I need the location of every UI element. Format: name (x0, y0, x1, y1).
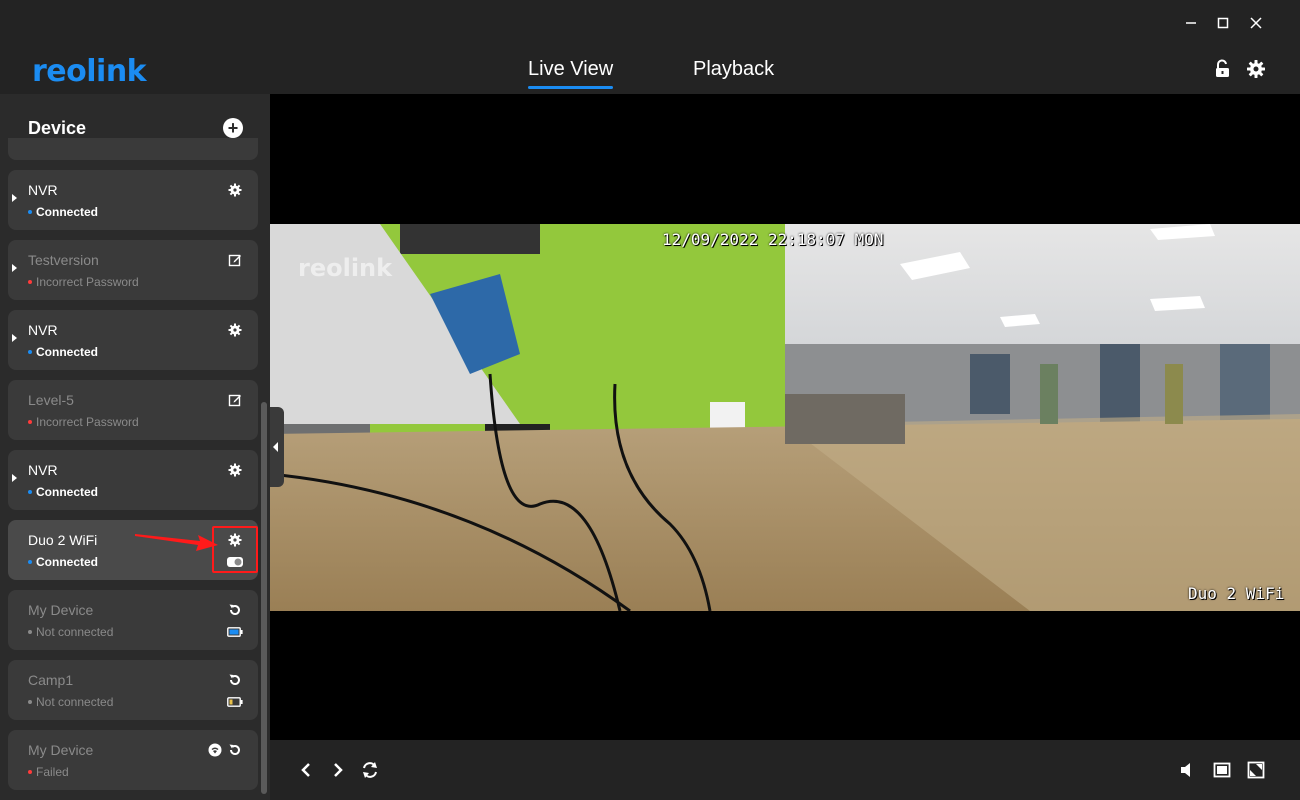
close-icon (1250, 17, 1262, 29)
status-dot (28, 770, 32, 774)
app-header: reolink Live View Playback (0, 44, 1300, 94)
refresh-icon[interactable] (228, 603, 242, 617)
status-dot (28, 560, 32, 564)
tab-label: Playback (693, 58, 775, 80)
status-dot (28, 350, 32, 354)
live-view-area: 12/09/2022 22:18:07 MON reolink Duo 2 Wi… (270, 94, 1300, 740)
device-status: Connected (36, 555, 99, 569)
refresh-icon[interactable] (228, 673, 242, 687)
device-card-testversion[interactable]: Testversion Incorrect Password (8, 240, 258, 300)
minimize-button[interactable] (1180, 12, 1202, 34)
device-status: Connected (36, 485, 99, 499)
device-name: Camp1 (28, 672, 74, 688)
status-dot (28, 210, 32, 214)
watermark-overlay: reolink (298, 254, 393, 282)
device-card-nvr[interactable]: NVR Connected (8, 310, 258, 370)
device-name: NVR (28, 322, 58, 338)
maximize-button[interactable] (1212, 12, 1234, 34)
status-dot (28, 280, 32, 284)
battery-icon (227, 627, 243, 637)
tab-playback[interactable]: Playback (693, 58, 774, 81)
title-bar (0, 0, 1300, 44)
sidebar-collapse-handle[interactable] (270, 407, 284, 487)
maximize-icon (1217, 17, 1229, 29)
edit-icon[interactable] (228, 393, 242, 407)
wifi-icon (208, 743, 222, 757)
device-status: Not connected (36, 625, 114, 639)
device-card-my-device-failed[interactable]: My Device Failed (8, 730, 258, 790)
device-status: Incorrect Password (36, 275, 139, 289)
chevron-left-icon (273, 442, 278, 452)
minimize-icon (1186, 22, 1196, 24)
gear-icon[interactable] (228, 323, 242, 337)
fullscreen-icon[interactable] (1246, 760, 1266, 780)
device-status: Incorrect Password (36, 415, 139, 429)
device-name: Testversion (28, 252, 99, 268)
expand-arrow-icon[interactable] (12, 474, 17, 482)
device-name: Level-5 (28, 392, 74, 408)
sidebar-scrollbar[interactable] (261, 402, 267, 794)
sidebar-title: Device (28, 118, 87, 138)
expand-arrow-icon[interactable] (12, 194, 17, 202)
camera-name-overlay: Duo 2 WiFi (1188, 584, 1285, 603)
edit-icon[interactable] (228, 253, 242, 267)
device-status: Failed (36, 765, 69, 779)
status-dot (28, 420, 32, 424)
device-card-nvr[interactable]: NVR Connected (8, 450, 258, 510)
close-button[interactable] (1245, 12, 1267, 34)
chevron-left-icon[interactable] (296, 760, 316, 780)
toggle-icon[interactable] (226, 556, 244, 568)
timestamp-overlay: 12/09/2022 22:18:07 MON (662, 230, 884, 249)
tab-live-view[interactable]: Live View (528, 58, 614, 89)
expand-arrow-icon[interactable] (12, 264, 17, 272)
bottom-toolbar (270, 740, 1300, 800)
device-name: NVR (28, 462, 58, 478)
lock-button[interactable] (1212, 58, 1234, 80)
device-name: NVR (28, 182, 58, 198)
battery-icon (227, 697, 243, 707)
reolink-logo: reolink (32, 54, 147, 89)
chevron-right-icon[interactable] (328, 760, 348, 780)
status-dot (28, 630, 32, 634)
unlock-icon (1216, 59, 1229, 77)
device-card-nvr[interactable]: NVR Connected (8, 170, 258, 230)
gear-icon[interactable] (228, 463, 242, 477)
single-view-icon[interactable] (1212, 760, 1232, 780)
status-dot (28, 490, 32, 494)
device-card-camp1[interactable]: Camp1 Not connected (8, 660, 258, 720)
status-dot (28, 700, 32, 704)
refresh-icon[interactable] (360, 760, 380, 780)
device-name: My Device (28, 602, 94, 618)
gear-icon (1247, 60, 1265, 78)
expand-arrow-icon[interactable] (12, 334, 17, 342)
annotation-arrow (135, 534, 218, 551)
speaker-icon[interactable] (1176, 760, 1196, 780)
device-name: My Device (28, 742, 94, 758)
device-card-level-5[interactable]: Level-5 Incorrect Password (8, 380, 258, 440)
device-card-my-device[interactable]: My Device Not connected (8, 590, 258, 650)
camera-feed[interactable]: 12/09/2022 22:18:07 MON reolink Duo 2 Wi… (270, 224, 1300, 611)
device-status: Connected (36, 345, 99, 359)
device-name: Duo 2 WiFi (28, 532, 98, 548)
device-status: Not connected (36, 695, 114, 709)
device-status: Connected (36, 205, 99, 219)
device-card-partial[interactable] (8, 138, 258, 160)
gear-icon[interactable] (228, 183, 242, 197)
settings-button[interactable] (1245, 58, 1267, 80)
camera-image (270, 224, 1300, 611)
plus-icon: + (227, 118, 239, 138)
tab-label: Live View (528, 58, 614, 80)
device-sidebar: Device + NVR Connected Testversion Incor… (0, 94, 270, 800)
refresh-icon[interactable] (228, 743, 242, 757)
gear-icon[interactable] (228, 533, 242, 547)
add-device-button[interactable]: + (223, 118, 243, 138)
active-tab-indicator (528, 86, 614, 89)
